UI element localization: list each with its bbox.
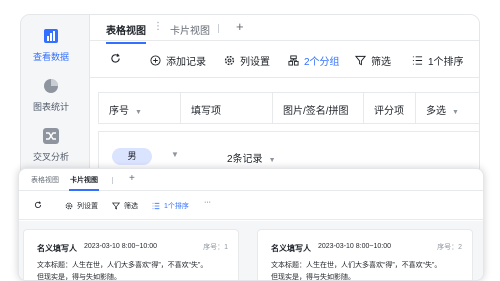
add-tab-button[interactable]: + bbox=[236, 19, 244, 34]
column-header-label: 序号 bbox=[109, 106, 129, 117]
refresh-button[interactable] bbox=[110, 53, 126, 64]
chevron-down-icon[interactable]: ▼ bbox=[269, 157, 276, 164]
card-text-line: 但现实是，得与失如影随。 bbox=[37, 274, 121, 281]
group-tag: 男 bbox=[112, 148, 152, 165]
pie-chart-icon bbox=[44, 79, 58, 93]
card-seq: 序号：1 bbox=[203, 244, 228, 251]
card-date: 2023-03-10 8:00~10:00 bbox=[84, 243, 157, 250]
filter-label: 筛选 bbox=[371, 57, 391, 68]
filter-button[interactable]: 筛选 bbox=[112, 201, 138, 211]
column-settings-button[interactable]: 列设置 bbox=[224, 53, 270, 68]
shuffle-icon bbox=[43, 128, 59, 144]
card-name: 名义填写人 bbox=[37, 244, 77, 253]
sidebar-item-chart-stats[interactable]: 图表统计 bbox=[21, 77, 81, 113]
tab-more-icon[interactable]: ⋮ bbox=[153, 21, 163, 32]
chevron-down-icon: ▼ bbox=[135, 109, 142, 116]
tab-divider bbox=[112, 177, 113, 184]
record-card[interactable]: 名义填写人 2023-03-10 8:00~10:00 序号：2 文本标题：人生… bbox=[257, 229, 473, 281]
refresh-icon bbox=[34, 201, 42, 209]
column-header-fill-item[interactable]: 填写项 bbox=[181, 93, 273, 123]
group-button[interactable]: 2个分组 bbox=[288, 53, 340, 68]
filter-label: 筛选 bbox=[124, 203, 138, 210]
card-seq: 序号：2 bbox=[437, 244, 462, 251]
view-tabs: 表格视图 ⋮ 卡片视图 + bbox=[90, 15, 479, 44]
chevron-down-icon: ▼ bbox=[452, 109, 459, 116]
add-tab-button[interactable]: + bbox=[129, 173, 135, 184]
column-settings-button[interactable]: 列设置 bbox=[65, 201, 98, 211]
tab-divider bbox=[218, 24, 219, 33]
sidebar-item-view-data[interactable]: 查看数据 bbox=[21, 27, 81, 63]
refresh-icon bbox=[111, 53, 120, 63]
sidebar-item-label: 查看数据 bbox=[32, 52, 69, 62]
group-record-count: 2条记录 ▼ bbox=[227, 150, 276, 165]
column-header-label: 填写项 bbox=[191, 106, 221, 117]
column-settings-label: 列设置 bbox=[77, 203, 98, 210]
column-header-image-signature[interactable]: 图片/签名/拼图 bbox=[273, 93, 364, 123]
sidebar-item-cross-analysis[interactable]: 交叉分析 bbox=[21, 127, 81, 163]
filter-icon bbox=[112, 202, 120, 210]
bar-chart-icon bbox=[44, 29, 58, 43]
front-window: 表格视图 卡片视图 + 列设置 筛选 1个排序 ··· 名义填写人 2023-0… bbox=[18, 168, 484, 281]
column-header-seq[interactable]: 序号 ▼ bbox=[99, 93, 181, 123]
sort-button[interactable]: 1个排序 bbox=[412, 53, 464, 68]
card-text-line: 文本标题：人生在世，人们大多喜欢“得”，不喜欢“失”。 bbox=[37, 262, 208, 269]
group-icon bbox=[288, 55, 299, 66]
table-header: 序号 ▼ 填写项 图片/签名/拼图 评分项 多选 ▼ bbox=[98, 92, 479, 124]
tab-table-view[interactable]: 表格视图 bbox=[31, 175, 59, 185]
sidebar-item-label: 图表统计 bbox=[32, 102, 69, 112]
tab-table-view[interactable]: 表格视图 bbox=[106, 22, 146, 44]
gear-icon bbox=[224, 55, 235, 66]
column-header-label: 多选 bbox=[426, 106, 446, 117]
add-record-button[interactable]: 添加记录 bbox=[150, 53, 206, 68]
column-header-label: 图片/签名/拼图 bbox=[283, 106, 349, 117]
group-count-label: 2条记录 bbox=[227, 154, 263, 165]
toolbar: 添加记录 列设置 2个分组 筛选 1个排序 bbox=[90, 42, 479, 78]
group-label: 2个分组 bbox=[304, 57, 340, 68]
sort-icon bbox=[412, 56, 423, 65]
add-record-label: 添加记录 bbox=[166, 57, 206, 68]
card-list: 名义填写人 2023-03-10 8:00~10:00 序号：1 文本标题：人生… bbox=[19, 221, 483, 280]
refresh-button[interactable] bbox=[34, 201, 46, 209]
column-header-multi-select[interactable]: 多选 ▼ bbox=[416, 93, 479, 123]
card-text-line: 但现实是，得与失如影随。 bbox=[271, 274, 355, 281]
tab-card-view[interactable]: 卡片视图 bbox=[69, 175, 99, 191]
card-name: 名义填写人 bbox=[271, 244, 311, 253]
sidebar-item-label: 交叉分析 bbox=[32, 152, 69, 162]
column-settings-label: 列设置 bbox=[240, 57, 270, 68]
tab-card-view[interactable]: 卡片视图 bbox=[170, 22, 210, 37]
chevron-down-icon[interactable]: ▼ bbox=[171, 150, 179, 159]
column-header-label: 评分项 bbox=[374, 106, 404, 117]
sort-button[interactable]: 1个排序 bbox=[152, 201, 189, 211]
card-text-line: 文本标题：人生在世，人们大多喜欢“得”，不喜欢“失”。 bbox=[271, 262, 442, 269]
more-options-button[interactable]: ··· bbox=[204, 199, 211, 206]
sort-icon bbox=[152, 202, 160, 210]
filter-icon bbox=[355, 55, 366, 66]
view-tabs: 表格视图 卡片视图 + bbox=[19, 169, 483, 191]
card-date: 2023-03-10 8:00~10:00 bbox=[318, 243, 391, 250]
record-card[interactable]: 名义填写人 2023-03-10 8:00~10:00 序号：1 文本标题：人生… bbox=[23, 229, 239, 281]
toolbar: 列设置 筛选 1个排序 ··· bbox=[19, 192, 483, 220]
sort-label: 1个排序 bbox=[164, 203, 189, 210]
plus-circle-icon bbox=[150, 55, 161, 66]
filter-button[interactable]: 筛选 bbox=[355, 53, 391, 68]
sort-label: 1个排序 bbox=[428, 57, 464, 68]
column-header-rating[interactable]: 评分项 bbox=[364, 93, 416, 123]
gear-icon bbox=[65, 202, 73, 210]
